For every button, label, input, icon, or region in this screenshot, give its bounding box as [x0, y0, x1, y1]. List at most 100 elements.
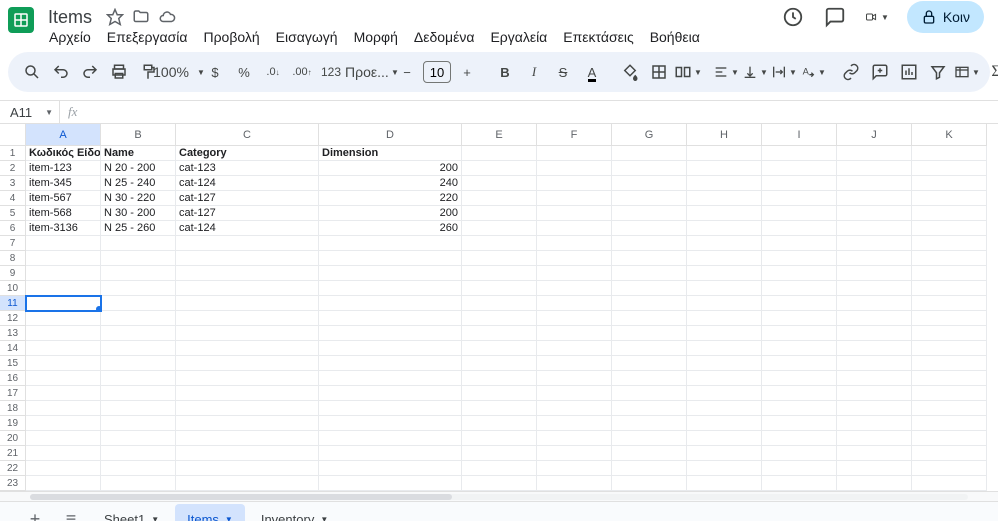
- cell-H17[interactable]: [687, 386, 762, 401]
- cell-G19[interactable]: [612, 416, 687, 431]
- menu-view[interactable]: Προβολή: [196, 26, 266, 48]
- history-icon[interactable]: [781, 5, 805, 29]
- cell-G14[interactable]: [612, 341, 687, 356]
- column-header-D[interactable]: D: [319, 124, 462, 146]
- cell-E9[interactable]: [462, 266, 537, 281]
- chevron-down-icon[interactable]: ▼: [225, 515, 233, 521]
- column-header-H[interactable]: H: [687, 124, 762, 146]
- cell-F21[interactable]: [537, 446, 612, 461]
- column-header-C[interactable]: C: [176, 124, 319, 146]
- cell-I22[interactable]: [762, 461, 837, 476]
- cell-C12[interactable]: [176, 311, 319, 326]
- cell-B22[interactable]: [101, 461, 176, 476]
- cell-B16[interactable]: [101, 371, 176, 386]
- cell-A18[interactable]: [26, 401, 101, 416]
- print-icon[interactable]: [105, 58, 133, 86]
- cell-B4[interactable]: N 30 - 220: [101, 191, 176, 206]
- cell-C16[interactable]: [176, 371, 319, 386]
- row-header-19[interactable]: 19: [0, 416, 26, 431]
- cell-G8[interactable]: [612, 251, 687, 266]
- cell-G23[interactable]: [612, 476, 687, 491]
- cell-J19[interactable]: [837, 416, 912, 431]
- cell-J18[interactable]: [837, 401, 912, 416]
- cell-G10[interactable]: [612, 281, 687, 296]
- cell-B8[interactable]: [101, 251, 176, 266]
- cell-K13[interactable]: [912, 326, 987, 341]
- cell-G7[interactable]: [612, 236, 687, 251]
- cell-A21[interactable]: [26, 446, 101, 461]
- cell-I23[interactable]: [762, 476, 837, 491]
- cell-A15[interactable]: [26, 356, 101, 371]
- cell-I6[interactable]: [762, 221, 837, 236]
- cell-G3[interactable]: [612, 176, 687, 191]
- cell-B7[interactable]: [101, 236, 176, 251]
- cell-K2[interactable]: [912, 161, 987, 176]
- cell-A14[interactable]: [26, 341, 101, 356]
- cell-B5[interactable]: N 30 - 200: [101, 206, 176, 221]
- cell-B9[interactable]: [101, 266, 176, 281]
- column-header-B[interactable]: B: [101, 124, 176, 146]
- cell-K19[interactable]: [912, 416, 987, 431]
- horizontal-scrollbar[interactable]: [0, 491, 998, 501]
- cell-H3[interactable]: [687, 176, 762, 191]
- sheet-tab-sheet1[interactable]: Sheet1▼: [92, 504, 171, 521]
- cell-A8[interactable]: [26, 251, 101, 266]
- chevron-down-icon[interactable]: ▼: [320, 515, 328, 521]
- column-header-K[interactable]: K: [912, 124, 987, 146]
- cell-D15[interactable]: [319, 356, 462, 371]
- cell-H16[interactable]: [687, 371, 762, 386]
- cell-H8[interactable]: [687, 251, 762, 266]
- cell-F14[interactable]: [537, 341, 612, 356]
- cell-B20[interactable]: [101, 431, 176, 446]
- cell-B13[interactable]: [101, 326, 176, 341]
- cell-H6[interactable]: [687, 221, 762, 236]
- merge-cells-button[interactable]: ▼: [674, 58, 702, 86]
- horizontal-align-button[interactable]: ▼: [712, 58, 740, 86]
- cell-B3[interactable]: N 25 - 240: [101, 176, 176, 191]
- row-header-3[interactable]: 3: [0, 176, 26, 191]
- cell-I7[interactable]: [762, 236, 837, 251]
- cell-H1[interactable]: [687, 146, 762, 161]
- cell-G22[interactable]: [612, 461, 687, 476]
- cell-G17[interactable]: [612, 386, 687, 401]
- cell-A2[interactable]: item-123: [26, 161, 101, 176]
- cell-C2[interactable]: cat-123: [176, 161, 319, 176]
- cell-D14[interactable]: [319, 341, 462, 356]
- column-header-F[interactable]: F: [537, 124, 612, 146]
- cell-B21[interactable]: [101, 446, 176, 461]
- column-header-I[interactable]: I: [762, 124, 837, 146]
- cell-E10[interactable]: [462, 281, 537, 296]
- cell-J8[interactable]: [837, 251, 912, 266]
- cell-H11[interactable]: [687, 296, 762, 311]
- cell-A13[interactable]: [26, 326, 101, 341]
- cell-A9[interactable]: [26, 266, 101, 281]
- cell-A10[interactable]: [26, 281, 101, 296]
- cell-E2[interactable]: [462, 161, 537, 176]
- cell-J15[interactable]: [837, 356, 912, 371]
- row-header-16[interactable]: 16: [0, 371, 26, 386]
- cell-G21[interactable]: [612, 446, 687, 461]
- decrease-decimal-button[interactable]: .0↓: [259, 58, 287, 86]
- cell-H21[interactable]: [687, 446, 762, 461]
- cell-C3[interactable]: cat-124: [176, 176, 319, 191]
- cell-I13[interactable]: [762, 326, 837, 341]
- cell-B11[interactable]: [101, 296, 176, 311]
- cell-C15[interactable]: [176, 356, 319, 371]
- cell-F20[interactable]: [537, 431, 612, 446]
- row-header-5[interactable]: 5: [0, 206, 26, 221]
- cell-D4[interactable]: 220: [319, 191, 462, 206]
- row-header-4[interactable]: 4: [0, 191, 26, 206]
- insert-chart-icon[interactable]: [895, 58, 923, 86]
- menu-edit[interactable]: Επεξεργασία: [100, 26, 195, 48]
- formula-input[interactable]: [85, 101, 998, 123]
- cell-E20[interactable]: [462, 431, 537, 446]
- row-header-15[interactable]: 15: [0, 356, 26, 371]
- cell-H5[interactable]: [687, 206, 762, 221]
- cell-D5[interactable]: 200: [319, 206, 462, 221]
- cell-G16[interactable]: [612, 371, 687, 386]
- cell-A3[interactable]: item-345: [26, 176, 101, 191]
- cell-A17[interactable]: [26, 386, 101, 401]
- cell-K22[interactable]: [912, 461, 987, 476]
- cell-I3[interactable]: [762, 176, 837, 191]
- cell-C6[interactable]: cat-124: [176, 221, 319, 236]
